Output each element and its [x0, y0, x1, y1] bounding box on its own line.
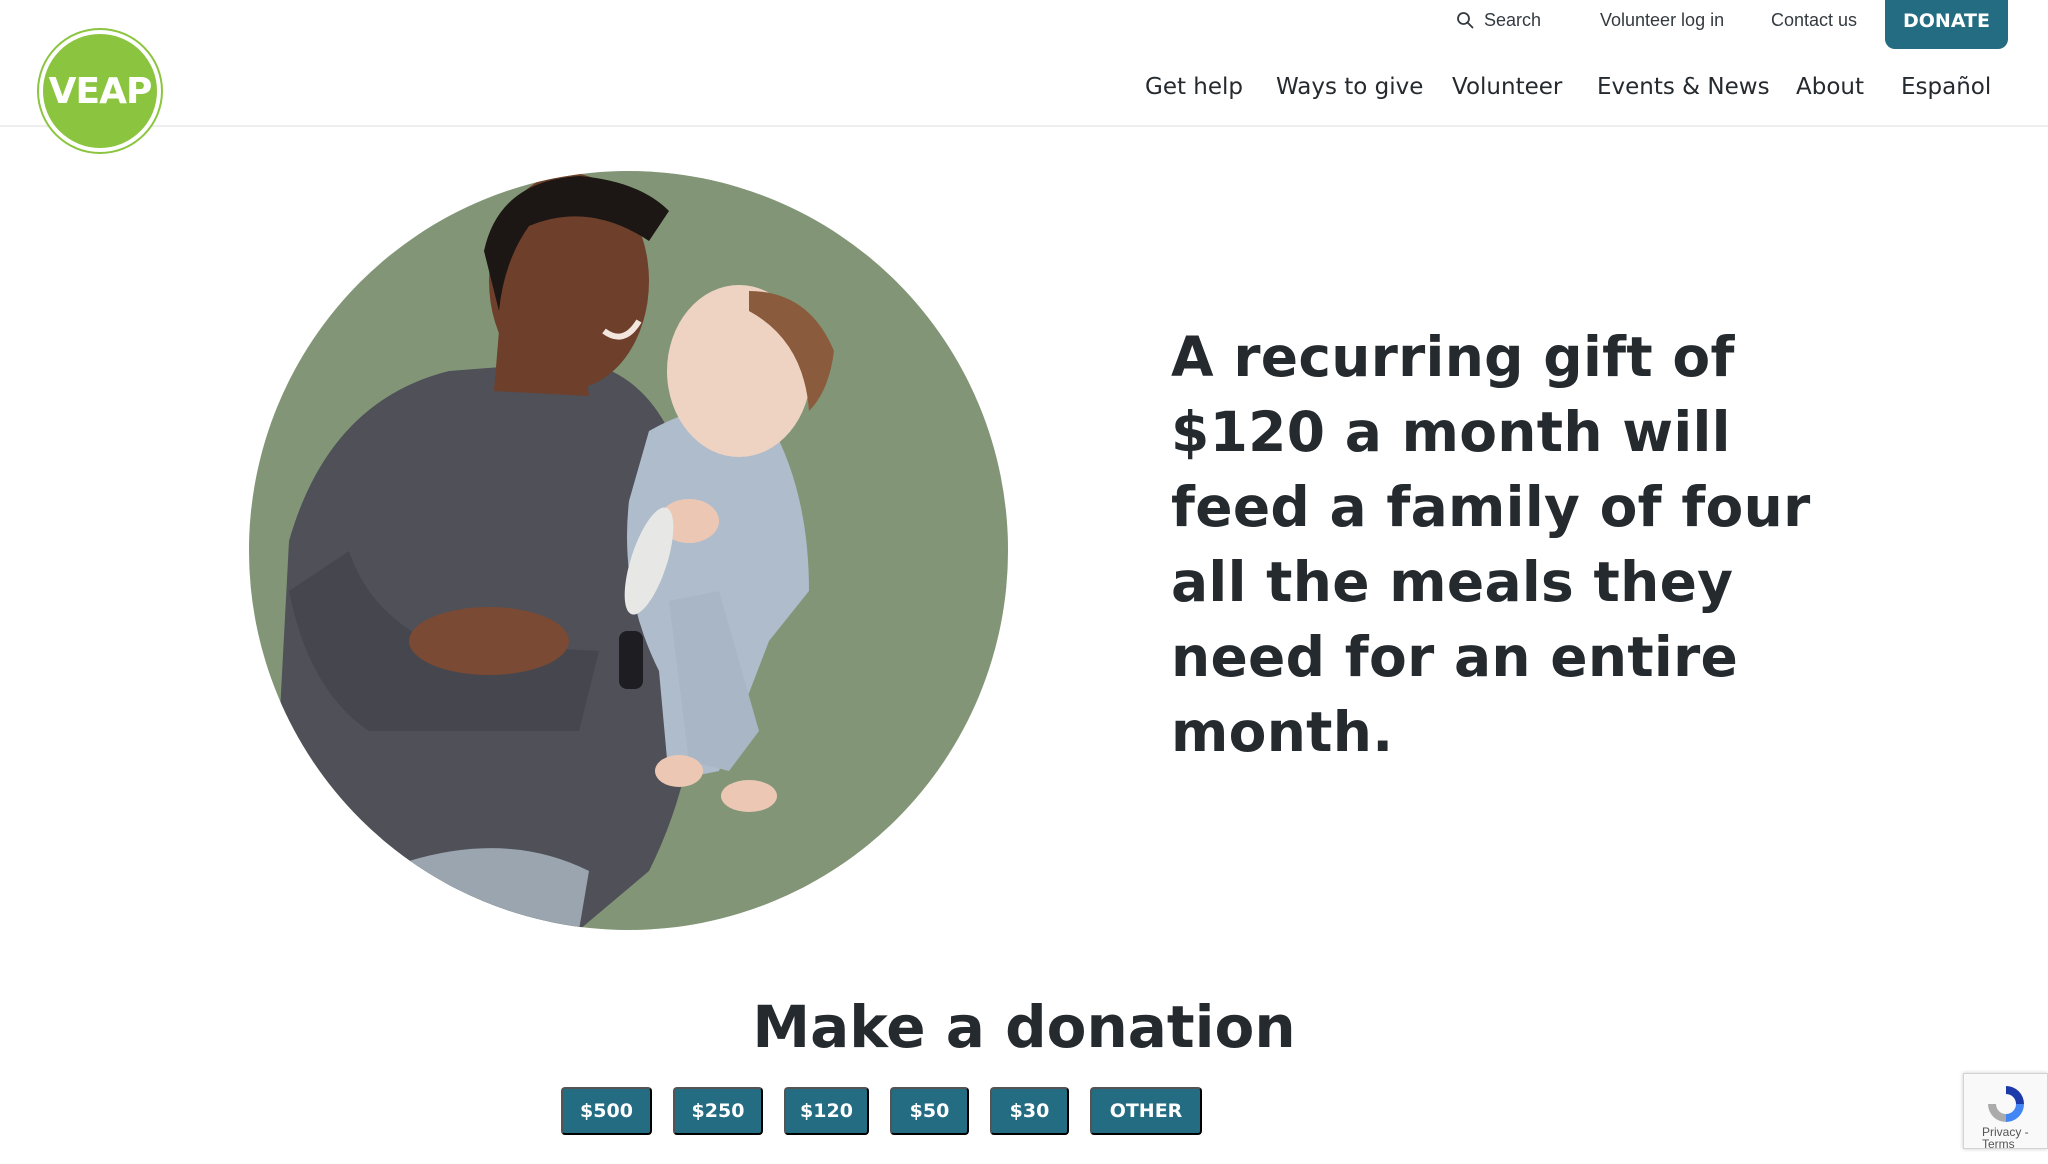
nav-get-help[interactable]: Get help	[1145, 74, 1243, 100]
recaptcha-separator: -	[2021, 1125, 2029, 1139]
recaptcha-icon	[1988, 1086, 2024, 1122]
amount-other-button[interactable]: OTHER	[1090, 1087, 1202, 1135]
donation-title: Make a donation	[752, 993, 1296, 1061]
nav-espanol[interactable]: Español	[1901, 74, 1991, 100]
recaptcha-links: Privacy - Terms	[1982, 1126, 2029, 1150]
amount-250-button[interactable]: $250	[673, 1087, 763, 1135]
nav-volunteer[interactable]: Volunteer	[1452, 74, 1562, 100]
headline-line: all the meals they	[1171, 550, 1734, 614]
nav-ways-to-give[interactable]: Ways to give	[1276, 74, 1423, 100]
recaptcha-terms[interactable]: Terms	[1982, 1137, 2015, 1151]
logo-text: VEAP	[48, 70, 153, 112]
hero-headline: A recurring gift of $120 a month will fe…	[1171, 320, 1811, 770]
search-icon	[1457, 12, 1474, 29]
amount-50-button[interactable]: $50	[890, 1087, 969, 1135]
donate-button[interactable]: DONATE	[1885, 0, 2008, 49]
headline-line: $120 a month will	[1171, 400, 1731, 464]
site-header: VEAP Search Volunteer log in Contact us …	[0, 0, 2048, 152]
contact-link[interactable]: Contact us	[1771, 0, 1857, 40]
amount-500-button[interactable]: $500	[561, 1087, 652, 1135]
headline-line: A recurring gift of	[1171, 325, 1735, 389]
headline-line: feed a family of four	[1171, 475, 1811, 539]
veap-logo[interactable]: VEAP	[39, 30, 161, 152]
headline-line: need for an entire	[1171, 625, 1739, 689]
nav-about[interactable]: About	[1796, 74, 1864, 100]
amount-30-button[interactable]: $30	[990, 1087, 1069, 1135]
search-link[interactable]: Search	[1456, 0, 1541, 40]
donation-amounts: $500 $250 $120 $50 $30 OTHER	[0, 1087, 2048, 1135]
volunteer-login-link[interactable]: Volunteer log in	[1600, 0, 1724, 40]
nav-events-news[interactable]: Events & News	[1597, 74, 1770, 100]
headline-line: month.	[1171, 700, 1394, 764]
recaptcha-badge[interactable]: Privacy - Terms	[1963, 1073, 2048, 1150]
amount-120-button[interactable]: $120	[784, 1087, 869, 1135]
search-label: Search	[1484, 9, 1542, 30]
hero-photo	[249, 171, 1008, 930]
